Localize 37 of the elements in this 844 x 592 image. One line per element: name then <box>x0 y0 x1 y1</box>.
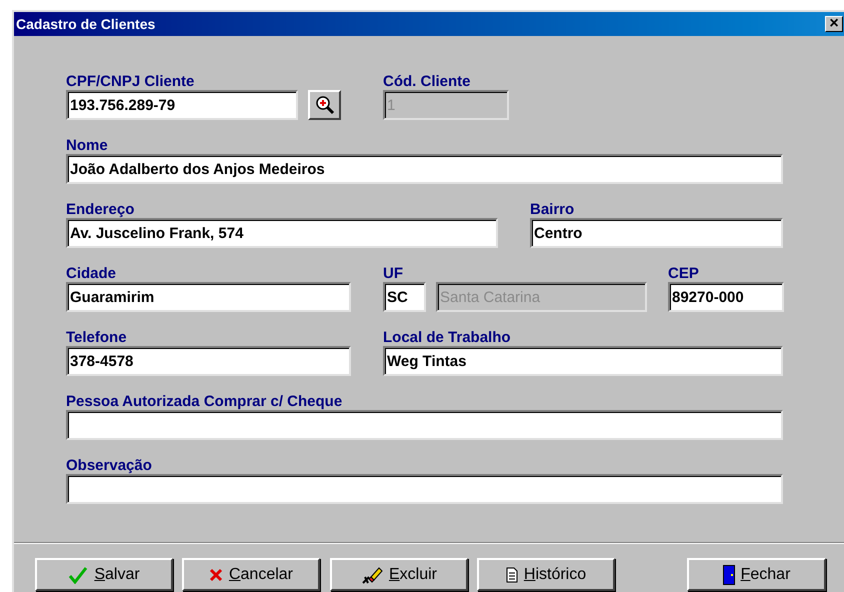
input-field[interactable]: 193.756.289-79 <box>66 90 298 120</box>
action-button[interactable]: Excluir <box>330 558 468 591</box>
close-button[interactable]: × <box>825 16 843 32</box>
input-field[interactable] <box>66 410 783 440</box>
document-icon <box>506 566 518 582</box>
door-icon <box>722 564 735 584</box>
action-button[interactable]: Histórico <box>477 558 615 591</box>
field-label: UF <box>383 266 404 282</box>
field-label: Local de Trabalho <box>383 330 512 346</box>
input-field[interactable]: Weg Tintas <box>383 346 783 376</box>
input-field[interactable]: SC <box>383 282 426 312</box>
action-button[interactable]: Fechar <box>687 558 826 591</box>
search-button[interactable] <box>308 90 341 120</box>
input-field[interactable]: Guaramirim <box>66 282 351 312</box>
cross-icon <box>208 568 223 582</box>
action-button[interactable]: Cancelar <box>182 558 320 591</box>
field-label: Cód. Cliente <box>383 74 472 90</box>
window-title: Cadastro de Clientes <box>16 14 156 34</box>
eraser-icon <box>360 564 383 584</box>
field-label: Endereço <box>66 202 136 218</box>
field-label: Nome <box>66 138 109 154</box>
field-label: Bairro <box>530 202 576 218</box>
input-field[interactable]: Centro <box>530 218 783 248</box>
input-field[interactable]: João Adalberto dos Anjos Medeiros <box>66 154 783 184</box>
field-label: CEP <box>668 266 700 282</box>
field-label: Cidade <box>66 266 118 282</box>
action-button[interactable]: Salvar <box>35 558 173 591</box>
field-label: Observação <box>66 458 153 474</box>
input-field[interactable] <box>66 474 783 504</box>
field-label: CPF/CNPJ Cliente <box>66 74 196 90</box>
input-field[interactable]: 89270-000 <box>668 282 784 312</box>
checkmark-icon <box>68 566 88 584</box>
magnifier-icon <box>314 95 334 115</box>
field-label: Telefone <box>66 330 128 346</box>
input-field[interactable]: Av. Juscelino Frank, 574 <box>66 218 498 248</box>
input-field[interactable]: 378-4578 <box>66 346 351 376</box>
field-label: Pessoa Autorizada Comprar c/ Cheque <box>66 394 344 410</box>
